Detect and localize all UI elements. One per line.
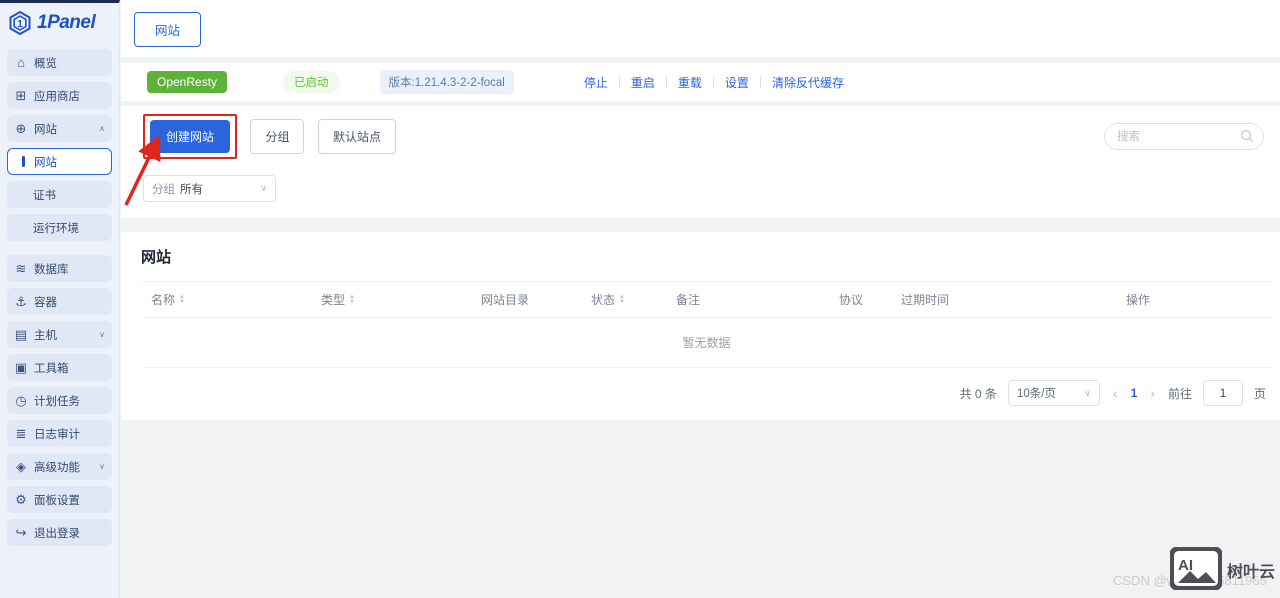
chevron-down-icon: ∨: [260, 183, 267, 194]
tab-website[interactable]: 网站: [134, 12, 201, 47]
sidebar-item-website[interactable]: ⊕ 网站 ∧: [7, 115, 112, 142]
toolbar: 创建网站 分组 默认站点 分组 所有 ∨: [121, 106, 1280, 218]
log-icon: ≣: [14, 426, 28, 442]
empty-state: 暂无数据: [141, 318, 1272, 368]
divider: [619, 76, 620, 88]
goto-label: 前往: [1168, 385, 1192, 402]
default-site-button[interactable]: 默认站点: [318, 119, 396, 154]
sidebar-item-toolbox[interactable]: ▣ 工具箱: [7, 354, 112, 381]
group-button[interactable]: 分组: [250, 119, 304, 154]
divider: [760, 76, 761, 88]
status-badge: 已启动: [283, 71, 340, 93]
stop-button[interactable]: 停止: [584, 74, 608, 91]
next-page-button[interactable]: ›: [1148, 385, 1157, 401]
sort-icon[interactable]: ▲▼: [349, 295, 355, 304]
sidebar-item-host[interactable]: ▤ 主机 ∨: [7, 321, 112, 348]
home-icon: ⌂: [14, 55, 28, 70]
globe-icon: ⊕: [14, 121, 28, 137]
divider: [666, 76, 667, 88]
apps-icon: ⊞: [14, 88, 28, 104]
column-operations: 操作: [1116, 291, 1272, 308]
sort-icon[interactable]: ▲▼: [179, 295, 185, 304]
logout-icon: ↪: [14, 525, 28, 541]
divider: [713, 76, 714, 88]
diamond-icon: ◈: [14, 459, 28, 475]
page-title: 网站: [141, 246, 1272, 267]
app-logo[interactable]: 1 1Panel: [0, 3, 119, 43]
settings-button[interactable]: 设置: [725, 74, 749, 91]
openresty-badge: OpenResty: [147, 71, 227, 93]
column-expiry: 过期时间: [891, 291, 1116, 308]
sidebar-item-advanced[interactable]: ◈ 高级功能 ∨: [7, 453, 112, 480]
annotation-highlight-box: 创建网站: [143, 114, 237, 159]
sidebar-item-app-store[interactable]: ⊞ 应用商店: [7, 82, 112, 109]
table-header-row: 名称 ▲▼ 类型 ▲▼ 网站目录 状态 ▲▼ 备注 协议 过期时间 操作: [141, 281, 1272, 318]
sidebar-item-overview[interactable]: ⌂ 概览: [7, 49, 112, 76]
sidebar: 1 1Panel ⌂ 概览 ⊞ 应用商店 ⊕ 网站 ∧ 网站 证书 运行环境 ≋…: [0, 0, 120, 598]
clear-proxy-cache-button[interactable]: 清除反代缓存: [772, 74, 844, 91]
sidebar-item-container[interactable]: ⚓ 容器: [7, 288, 112, 315]
total-count: 共 0 条: [960, 385, 997, 402]
group-filter-select[interactable]: 分组 所有 ∨: [143, 175, 276, 202]
column-type[interactable]: 类型 ▲▼: [311, 291, 471, 308]
sidebar-item-cronjob[interactable]: ◷ 计划任务: [7, 387, 112, 414]
main-content: 网站 OpenResty 已启动 版本:1.21.4.3-2-2-focal 停…: [121, 0, 1280, 598]
column-name[interactable]: 名称 ▲▼: [141, 291, 311, 308]
create-website-button[interactable]: 创建网站: [150, 120, 230, 153]
active-indicator: [22, 156, 25, 167]
watermark-logo-icon: AI: [1170, 547, 1222, 590]
website-table-card: 网站 名称 ▲▼ 类型 ▲▼ 网站目录 状态 ▲▼ 备注 协议 过期时间 操作 …: [121, 232, 1280, 420]
tab-bar: 网站: [121, 0, 1280, 57]
sidebar-item-logout[interactable]: ↪ 退出登录: [7, 519, 112, 546]
toolbox-icon: ▣: [14, 360, 28, 376]
column-status[interactable]: 状态 ▲▼: [581, 291, 666, 308]
sidebar-item-log-audit[interactable]: ≣ 日志审计: [7, 420, 112, 447]
container-icon: ⚓: [14, 294, 28, 310]
sort-icon[interactable]: ▲▼: [619, 295, 625, 304]
column-remark: 备注: [666, 291, 829, 308]
goto-suffix: 页: [1254, 385, 1266, 402]
prev-page-button[interactable]: ‹: [1111, 385, 1120, 401]
gear-icon: ⚙: [14, 492, 28, 508]
column-protocol: 协议: [829, 291, 891, 308]
page-size-select[interactable]: 10条/页 ∨: [1008, 380, 1100, 406]
sidebar-item-panel-settings[interactable]: ⚙ 面板设置: [7, 486, 112, 513]
pagination: 共 0 条 10条/页 ∨ ‹ 1 › 前往 页: [141, 380, 1272, 406]
openresty-status-bar: OpenResty 已启动 版本:1.21.4.3-2-2-focal 停止 重…: [121, 63, 1280, 101]
sidebar-item-database[interactable]: ≋ 数据库: [7, 255, 112, 282]
chevron-up-icon: ∧: [99, 124, 105, 133]
current-page[interactable]: 1: [1131, 386, 1138, 400]
search-box: [1104, 123, 1264, 150]
watermark-brand-name: 树叶云: [1227, 558, 1275, 582]
svg-text:AI: AI: [1178, 557, 1193, 574]
sidebar-subitem-website[interactable]: 网站: [7, 148, 112, 175]
database-icon: ≋: [14, 261, 28, 277]
host-icon: ▤: [14, 327, 28, 343]
search-icon: [1240, 129, 1254, 143]
version-badge: 版本:1.21.4.3-2-2-focal: [380, 70, 514, 94]
app-title: 1Panel: [37, 12, 95, 34]
sidebar-subitem-certificates[interactable]: 证书: [7, 181, 112, 208]
chevron-down-icon: ∨: [99, 330, 105, 339]
svg-text:1: 1: [17, 19, 23, 30]
column-directory: 网站目录: [471, 291, 581, 308]
chevron-down-icon: ∨: [99, 462, 105, 471]
goto-page-input[interactable]: [1203, 380, 1243, 406]
restart-button[interactable]: 重启: [631, 74, 655, 91]
chevron-down-icon: ∨: [1084, 388, 1091, 399]
sidebar-subitem-runtime[interactable]: 运行环境: [7, 214, 112, 241]
schedule-icon: ◷: [14, 393, 28, 409]
reload-button[interactable]: 重载: [678, 74, 702, 91]
1panel-logo-icon: 1: [8, 11, 32, 35]
